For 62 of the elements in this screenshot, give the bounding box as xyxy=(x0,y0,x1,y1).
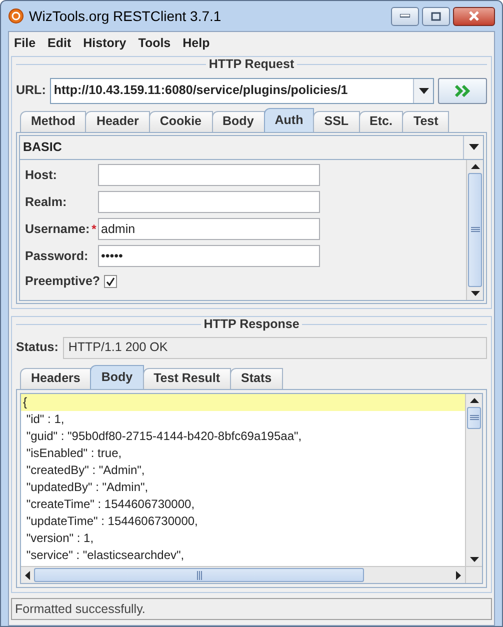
status-label: Status: xyxy=(16,339,58,356)
input-field[interactable] xyxy=(98,191,320,214)
tab[interactable]: Body xyxy=(212,110,265,132)
tab[interactable]: Method xyxy=(20,110,86,132)
send-button[interactable] xyxy=(438,78,487,104)
status-bar: Formatted successfully. xyxy=(11,598,492,620)
scrollbar-thumb[interactable] xyxy=(467,406,481,429)
tab[interactable]: Header xyxy=(85,110,150,132)
horizontal-scrollbar[interactable] xyxy=(21,566,465,583)
input-field[interactable]: ••••• xyxy=(98,245,320,268)
minimize-button[interactable] xyxy=(391,6,419,26)
field-label: Host: xyxy=(25,166,57,184)
auth-type-combo[interactable]: BASIC xyxy=(19,134,484,160)
menu-item[interactable]: History xyxy=(83,34,126,52)
menu-item[interactable]: Help xyxy=(182,34,210,52)
scrollbar-thumb[interactable] xyxy=(468,172,482,287)
tab[interactable]: Etc. xyxy=(358,110,404,132)
vertical-scrollbar[interactable] xyxy=(465,394,482,566)
maximize-icon xyxy=(431,12,441,20)
tab[interactable]: Body xyxy=(90,364,144,389)
tab[interactable]: Headers xyxy=(20,368,92,389)
menu-item[interactable]: Tools xyxy=(138,34,171,52)
section-title: HTTP Request xyxy=(208,56,296,73)
grip-icon xyxy=(470,227,480,232)
tab[interactable]: Test Result xyxy=(142,368,232,389)
tab[interactable]: Cookie xyxy=(148,110,213,132)
scroll-up-icon[interactable] xyxy=(470,398,478,403)
scrollbar-thumb[interactable] xyxy=(34,568,364,582)
tab[interactable]: SSL xyxy=(313,110,360,132)
menu-item[interactable]: File xyxy=(14,34,36,52)
field-label: Realm: xyxy=(25,194,67,211)
scroll-right-icon[interactable] xyxy=(456,570,461,580)
url-label: URL: xyxy=(16,82,46,100)
tab[interactable]: Auth xyxy=(264,108,314,132)
close-button[interactable] xyxy=(453,6,495,26)
scrollbar-corner xyxy=(465,566,482,583)
field-label: Username: xyxy=(25,220,90,238)
required-asterisk: * xyxy=(92,221,96,238)
window-title: WizTools.org RESTClient 3.7.1 xyxy=(29,6,222,26)
app-logo-icon xyxy=(8,8,24,24)
tab[interactable]: Stats xyxy=(230,368,283,389)
menu-item[interactable]: Edit xyxy=(48,34,72,52)
section-title: HTTP Response xyxy=(202,316,300,333)
minimize-icon xyxy=(400,14,410,18)
scroll-down-icon[interactable] xyxy=(470,557,478,562)
double-chevron-icon xyxy=(454,84,472,97)
tab[interactable]: Test xyxy=(402,110,450,132)
input-field[interactable] xyxy=(98,164,320,186)
grip-icon xyxy=(196,570,202,580)
vertical-scrollbar[interactable] xyxy=(466,160,483,300)
grip-icon xyxy=(470,415,478,420)
maximize-button[interactable] xyxy=(422,6,450,26)
close-icon xyxy=(468,11,480,21)
input-field[interactable]: admin xyxy=(98,218,320,240)
checkbox-label: Preemptive? xyxy=(25,273,100,290)
scroll-left-icon[interactable] xyxy=(25,570,30,580)
scroll-up-icon[interactable] xyxy=(470,164,480,169)
scroll-down-icon[interactable] xyxy=(470,291,480,296)
url-combo[interactable]: http://10.43.159.11:6080/service/plugins/policies/1 xyxy=(50,78,434,104)
checkbox[interactable] xyxy=(104,275,118,288)
field-label: Password: xyxy=(25,248,88,265)
status-field: HTTP/1.1 200 OK xyxy=(63,336,487,359)
